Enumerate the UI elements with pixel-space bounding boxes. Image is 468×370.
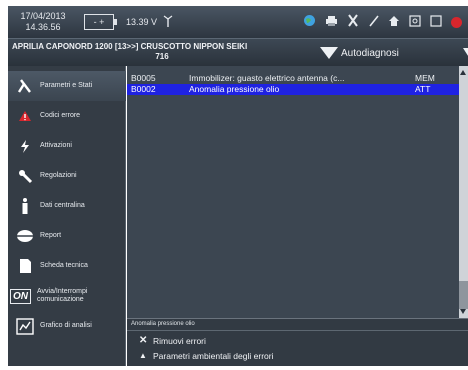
error-list: B0005 Immobilizer: guasto elettrico ante… <box>127 66 459 318</box>
action-label: Parametri ambientali degli errori <box>153 350 274 361</box>
sidebar-item-parameters[interactable]: Parametri e Stati <box>8 71 126 101</box>
time-text: 14.36.56 <box>25 22 61 32</box>
scrollbar[interactable] <box>459 66 468 318</box>
wrench-icon <box>14 169 36 184</box>
sidebar-item-label: Codici errore <box>40 112 81 119</box>
date-time: 17/04/2013 14.36.56 <box>8 11 78 33</box>
date-text: 17/04/2013 <box>20 11 66 21</box>
table-row[interactable]: B0005 Immobilizer: guasto elettrico ante… <box>127 73 459 84</box>
info-icon <box>14 198 36 214</box>
sidebar-item-analysis-chart[interactable]: Grafico di analisi <box>8 311 126 341</box>
error-state: ATT <box>415 84 431 94</box>
pen-icon[interactable] <box>368 15 379 30</box>
on-icon: ON <box>10 288 31 304</box>
home-icon[interactable] <box>388 15 400 30</box>
action-label: Rimuovi errori <box>153 335 206 346</box>
environment-parameters-button[interactable]: ▲ Parametri ambientali degli errori <box>139 349 273 362</box>
sidebar-item-ecu-data[interactable]: Dati centralina <box>8 191 126 221</box>
document-icon <box>14 258 36 274</box>
sidebar-item-label: Dati centralina <box>40 202 85 209</box>
mode-selector-button[interactable]: Autodiagnosi <box>320 43 399 63</box>
chevron-down-icon[interactable] <box>463 48 468 59</box>
remove-errors-button[interactable]: ✕ Rimuovi errori <box>139 334 206 347</box>
selected-error-label: Anomalia pressione olio <box>131 321 195 327</box>
sidebar: Parametri e Stati Codici errore Attivazi… <box>8 66 126 366</box>
sidebar-item-adjustments[interactable]: Regolazioni <box>8 161 126 191</box>
close-icon: ✕ <box>139 335 148 346</box>
battery-glyphs: - + <box>93 17 105 27</box>
sidebar-item-report[interactable]: Report <box>8 221 126 251</box>
sidebar-item-label: Attivazioni <box>40 142 72 149</box>
sidebar-item-label: Scheda tecnica <box>40 262 88 269</box>
sidebar-item-label: Avvia/Interrompi comunicazione <box>37 288 88 303</box>
scroll-thumb[interactable] <box>459 281 468 309</box>
toolbar <box>303 14 468 30</box>
chevron-down-icon <box>320 47 338 59</box>
stop-icon[interactable] <box>451 16 462 28</box>
status-bar: 17/04/2013 14.36.56 - + 13.39 V <box>8 6 468 38</box>
error-description: Anomalia pressione olio <box>189 84 280 94</box>
sidebar-item-datasheet[interactable]: Scheda tecnica <box>8 251 126 281</box>
window-icon[interactable] <box>430 14 442 30</box>
chart-icon <box>14 317 36 335</box>
lightning-icon <box>14 139 36 154</box>
antenna-icon <box>163 15 173 30</box>
on-badge: ON <box>10 288 31 304</box>
battery-icon: - + <box>84 14 117 30</box>
error-code: B0005 <box>131 73 156 83</box>
error-code: B0002 <box>131 84 156 94</box>
error-description: Immobilizer: guasto elettrico antenna (c… <box>189 73 345 83</box>
sidebar-item-label: Grafico di analisi <box>40 322 92 329</box>
error-state: MEM <box>415 73 435 83</box>
print-icon[interactable] <box>325 15 338 30</box>
vehicle-title: APRILIA CAPONORD 1200 [13>>] CRUSCOTTO N… <box>12 42 312 62</box>
vehicle-header: APRILIA CAPONORD 1200 [13>>] CRUSCOTTO N… <box>8 38 468 66</box>
sidebar-item-label: Report <box>40 232 62 239</box>
warning-icon: ▲ <box>139 351 147 360</box>
warning-icon <box>14 110 36 122</box>
globe-icon[interactable] <box>303 14 316 30</box>
lambda-icon <box>14 79 36 93</box>
sidebar-item-label: Parametri e Stati <box>40 82 93 89</box>
voltage-readout: 13.39 V <box>126 17 158 27</box>
sidebar-item-error-codes[interactable]: Codici errore <box>8 101 126 131</box>
mode-label: Autodiagnosi <box>341 47 399 59</box>
error-detail-panel: Anomalia pressione olio ✕ Rimuovi errori… <box>127 318 468 366</box>
vehicle-name: APRILIA CAPONORD 1200 [13>>] CRUSCOTTO N… <box>12 42 248 51</box>
vehicle-code: 716 <box>155 52 169 61</box>
divider <box>127 330 468 331</box>
scroll-down-icon[interactable] <box>460 309 466 314</box>
settings-icon[interactable] <box>409 14 421 30</box>
sidebar-item-label: Regolazioni <box>40 172 77 179</box>
tools-icon[interactable] <box>347 14 359 30</box>
report-icon <box>14 229 36 243</box>
sidebar-item-activations[interactable]: Attivazioni <box>8 131 126 161</box>
sidebar-item-communication[interactable]: ON Avvia/Interrompi comunicazione <box>8 281 126 311</box>
scroll-up-icon[interactable] <box>460 70 466 75</box>
table-row[interactable]: B0002 Anomalia pressione olio ATT <box>127 84 459 95</box>
